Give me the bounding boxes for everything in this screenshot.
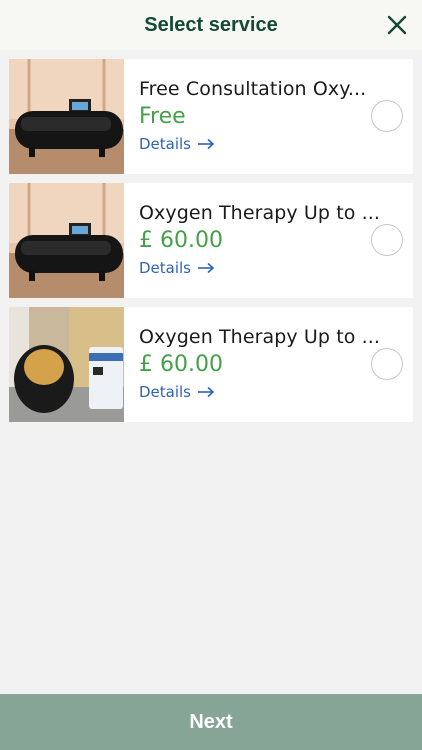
arrow-right-icon	[198, 386, 215, 398]
next-label: Next	[189, 710, 233, 733]
service-image	[9, 307, 124, 422]
select-radio[interactable]	[371, 348, 403, 380]
arrow-right-icon	[198, 138, 215, 150]
details-label: Details	[139, 135, 192, 153]
select-radio[interactable]	[371, 224, 403, 256]
service-name: Oxygen Therapy Up to ...	[139, 326, 381, 348]
header-bar: Select service	[0, 0, 422, 50]
close-icon	[387, 15, 407, 35]
service-card[interactable]: Free Consultation Oxy... Free Details	[9, 59, 413, 174]
next-button[interactable]: Next	[0, 694, 422, 750]
service-list: Free Consultation Oxy... Free Details Ox…	[9, 59, 413, 431]
service-price: £ 60.00	[139, 228, 223, 253]
service-card[interactable]: Oxygen Therapy Up to ... £ 60.00 Details	[9, 183, 413, 298]
details-link[interactable]: Details	[139, 135, 215, 153]
details-label: Details	[139, 383, 192, 401]
arrow-right-icon	[198, 262, 215, 274]
close-button[interactable]	[384, 12, 410, 38]
service-name: Oxygen Therapy Up to ...	[139, 202, 381, 224]
select-radio[interactable]	[371, 100, 403, 132]
service-image	[9, 183, 124, 298]
service-price: £ 60.00	[139, 352, 223, 377]
service-image	[9, 59, 124, 174]
service-price: Free	[139, 104, 186, 129]
service-name: Free Consultation Oxy...	[139, 78, 367, 100]
details-link[interactable]: Details	[139, 259, 215, 277]
details-link[interactable]: Details	[139, 383, 215, 401]
details-label: Details	[139, 259, 192, 277]
service-card[interactable]: Oxygen Therapy Up to ... £ 60.00 Details	[9, 307, 413, 422]
page-title: Select service	[144, 13, 278, 36]
